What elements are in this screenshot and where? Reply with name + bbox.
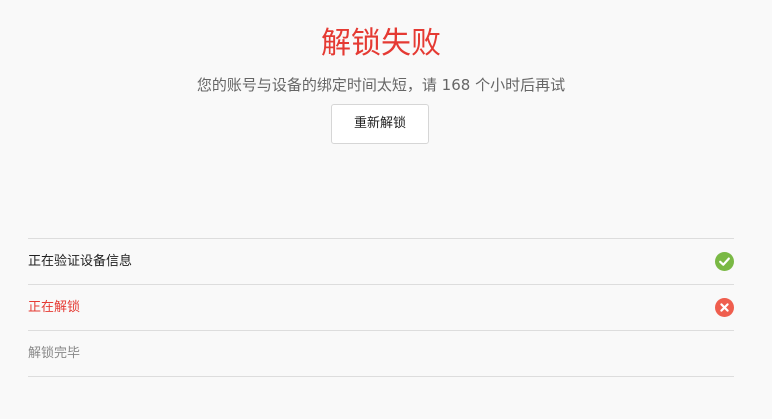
retry-unlock-button[interactable]: 重新解锁 <box>331 104 429 144</box>
step-unlocking: 正在解锁 <box>28 285 734 331</box>
page-title: 解锁失败 <box>321 26 441 61</box>
step-label: 正在验证设备信息 <box>28 254 133 269</box>
step-label: 解锁完毕 <box>28 346 81 361</box>
step-unlock-complete: 解锁完毕 <box>28 331 734 377</box>
error-message: 您的账号与设备的绑定时间太短，请 168 个小时后再试 <box>196 76 566 94</box>
step-verify-device: 正在验证设备信息 <box>28 239 734 285</box>
progress-steps: 正在验证设备信息 正在解锁 解锁完毕 <box>28 238 734 377</box>
unlock-result-page: 解锁失败 您的账号与设备的绑定时间太短，请 168 个小时后再试 重新解锁 正在… <box>0 0 772 419</box>
check-circle-icon <box>715 252 734 271</box>
x-circle-icon <box>715 298 734 317</box>
step-label: 正在解锁 <box>28 300 81 315</box>
